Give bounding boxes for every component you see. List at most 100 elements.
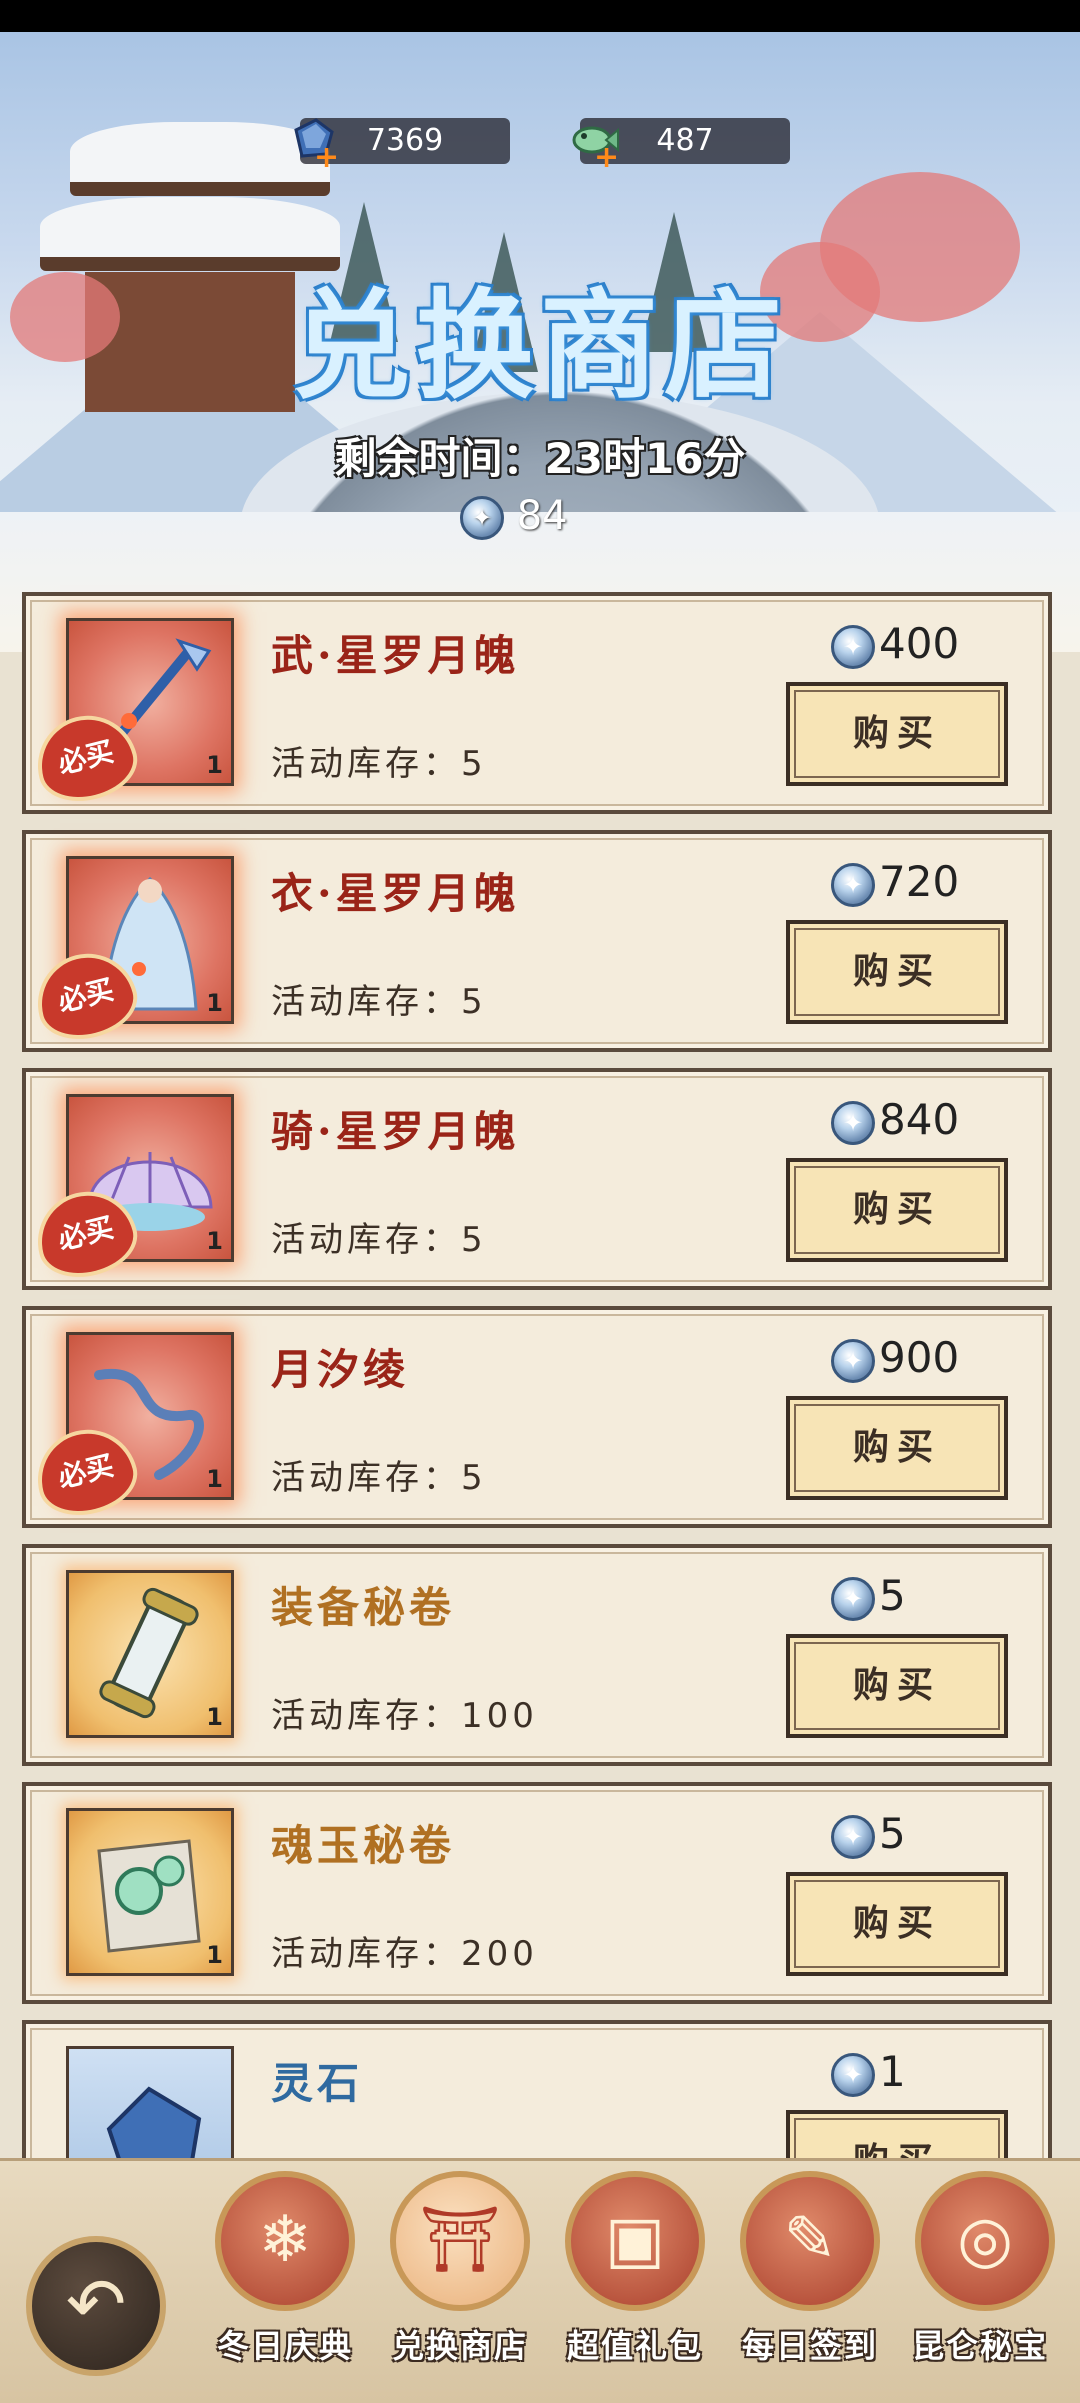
- swirl-treasure-icon: ◎: [957, 2203, 1013, 2277]
- item-price: 5: [831, 1806, 906, 1862]
- buy-button[interactable]: 购买: [786, 682, 1008, 786]
- item-quantity: 1: [206, 1941, 223, 1969]
- item-stock: 活动库存：5: [271, 736, 487, 785]
- list-item: 1 必买 武·星罗月魄 活动库存：5 400 购买: [22, 592, 1052, 814]
- exchange-token-icon: [831, 1338, 875, 1383]
- exchange-token-icon: [831, 1100, 875, 1145]
- exchange-token-icon: [831, 862, 875, 907]
- buy-button[interactable]: 购买: [786, 1158, 1008, 1262]
- timer-label: 剩余时间：: [334, 434, 545, 483]
- add-jade-icon[interactable]: +: [594, 143, 619, 173]
- stock-value: 5: [461, 744, 487, 784]
- item-price: 400: [831, 616, 959, 672]
- item-name: 衣·星罗月魄: [271, 869, 520, 918]
- spirit-stone-icon: [106, 2086, 202, 2160]
- buy-button[interactable]: 购买: [786, 1872, 1008, 1976]
- tab-kunlun-treasure[interactable]: ◎: [915, 2171, 1055, 2311]
- stock-label: 活动库存：: [271, 1696, 461, 1736]
- jade-currency[interactable]: + 487: [572, 118, 790, 173]
- tab-label: 每日签到: [741, 2327, 878, 2365]
- price-value: 400: [879, 619, 960, 668]
- price-value: 5: [879, 1571, 906, 1620]
- list-item: 灵石 1 购买: [22, 2020, 1052, 2160]
- tab-label: 兑换商店: [391, 2327, 528, 2365]
- buy-button[interactable]: 购买: [786, 2110, 1008, 2160]
- snowflake-icon: ❄: [258, 2203, 312, 2277]
- list-item: 1 必买 月汐绫 活动库存：5 900 购买: [22, 1306, 1052, 1528]
- item-quantity: 1: [206, 751, 223, 779]
- item-price: 720: [831, 854, 959, 910]
- price-value: 840: [879, 1095, 960, 1144]
- stock-value: 5: [461, 1220, 487, 1260]
- exchange-token-icon: [831, 624, 875, 669]
- price-value: 720: [879, 857, 960, 906]
- item-price: 1: [831, 2044, 906, 2100]
- item-quantity: 1: [206, 1227, 223, 1255]
- jade-amount: 487: [656, 123, 714, 158]
- item-name: 灵石: [271, 2059, 364, 2108]
- gem-amount: 7369: [366, 123, 444, 158]
- item-thumbnail[interactable]: 1: [66, 1570, 234, 1738]
- stock-label: 活动库存：: [271, 744, 461, 784]
- item-price: 5: [831, 1568, 906, 1624]
- list-item: 1 必买 骑·星罗月魄 活动库存：5 840 购买: [22, 1068, 1052, 1290]
- buy-button[interactable]: 购买: [786, 920, 1008, 1024]
- item-name: 骑·星罗月魄: [271, 1107, 520, 1156]
- item-thumbnail[interactable]: 1: [66, 1808, 234, 1976]
- page-title: 兑换商店: [291, 276, 788, 415]
- exchange-token-balance: 84: [460, 488, 568, 544]
- price-value: 900: [879, 1333, 960, 1382]
- timer-value: 23时16分: [544, 434, 746, 483]
- pavilion-icon: ⛩: [419, 2203, 501, 2277]
- tab-label: 超值礼包: [566, 2327, 703, 2365]
- list-item: 1 魂玉秘卷 活动库存：200 5 购买: [22, 1782, 1052, 2004]
- gem-currency[interactable]: + 7369: [294, 118, 510, 173]
- item-name: 装备秘卷: [271, 1583, 456, 1632]
- item-price: 900: [831, 1330, 959, 1386]
- item-stock: 活动库存：5: [271, 974, 487, 1023]
- list-item: 1 必买 衣·星罗月魄 活动库存：5 720 购买: [22, 830, 1052, 1052]
- token-amount: 84: [516, 493, 568, 539]
- price-value: 1: [879, 2047, 906, 2096]
- item-name: 魂玉秘卷: [271, 1821, 456, 1870]
- tab-label: 冬日庆典: [216, 2327, 353, 2365]
- remaining-time: 剩余时间：23时16分: [0, 425, 1080, 486]
- stock-value: 200: [461, 1934, 538, 1974]
- exchange-token-icon: [460, 496, 504, 540]
- tab-value-packs[interactable]: ▣: [565, 2171, 705, 2311]
- buy-button[interactable]: 购买: [786, 1634, 1008, 1738]
- item-stock: 活动库存：100: [271, 1688, 538, 1737]
- tab-winter-festival[interactable]: ❄: [215, 2171, 355, 2311]
- stock-value: 5: [461, 1458, 487, 1498]
- stock-label: 活动库存：: [271, 1934, 461, 1974]
- back-button[interactable]: ↶: [26, 2236, 166, 2376]
- item-quantity: 1: [206, 1703, 223, 1731]
- item-name: 月汐绫: [271, 1345, 410, 1394]
- exchange-token-icon: [831, 1814, 875, 1859]
- add-gem-icon[interactable]: +: [314, 143, 339, 173]
- price-value: 5: [879, 1809, 906, 1858]
- buy-button[interactable]: 购买: [786, 1396, 1008, 1500]
- treasure-chest-icon: ▣: [604, 2203, 666, 2277]
- tab-exchange-shop[interactable]: ⛩: [390, 2171, 530, 2311]
- list-item: 1 装备秘卷 活动库存：100 5 购买: [22, 1544, 1052, 1766]
- item-quantity: 1: [206, 989, 223, 1017]
- bottom-navigation: ↶ ❄ 冬日庆典 ⛩ 兑换商店 ▣ 超值礼包 ✎ 每日签到 ◎ 昆仑秘宝: [0, 2158, 1080, 2403]
- item-stock: 活动库存：5: [271, 1212, 487, 1261]
- item-price: 840: [831, 1092, 959, 1148]
- item-name: 武·星罗月魄: [271, 631, 520, 680]
- exchange-token-icon: [831, 1576, 875, 1621]
- tab-daily-signin[interactable]: ✎: [740, 2171, 880, 2311]
- item-stock: 活动库存：200: [271, 1926, 538, 1975]
- item-quantity: 1: [206, 1465, 223, 1493]
- stock-value: 100: [461, 1696, 538, 1736]
- item-stock: 活动库存：5: [271, 1450, 487, 1499]
- item-thumbnail[interactable]: [66, 2046, 234, 2160]
- calendar-sign-icon: ✎: [783, 2203, 837, 2277]
- stock-label: 活动库存：: [271, 1220, 461, 1260]
- stock-value: 5: [461, 982, 487, 1022]
- tab-label: 昆仑秘宝: [911, 2327, 1048, 2365]
- shop-item-list[interactable]: 1 必买 武·星罗月魄 活动库存：5 400 购买 1 必买 衣·星罗月魄 活动…: [0, 580, 1080, 2160]
- exchange-token-icon: [831, 2052, 875, 2097]
- stock-label: 活动库存：: [271, 1458, 461, 1498]
